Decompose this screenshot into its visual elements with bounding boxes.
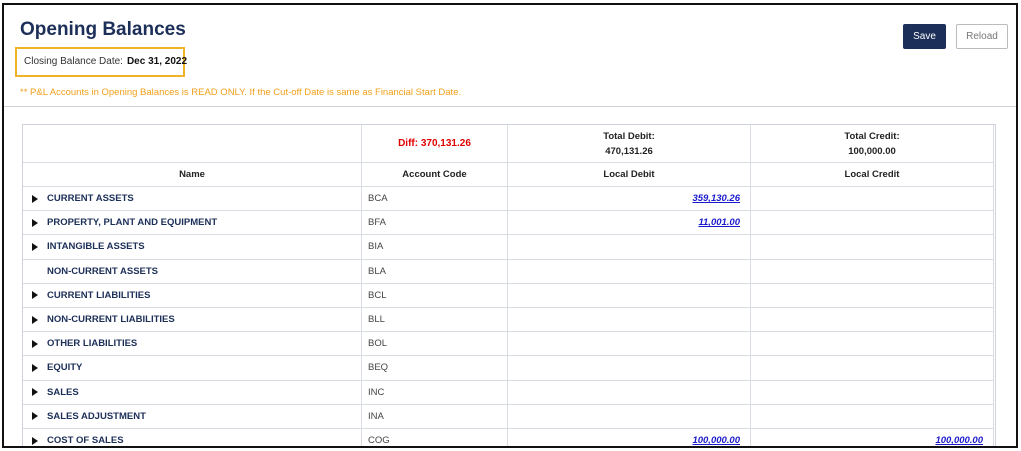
reload-button[interactable]: Reload — [956, 24, 1008, 49]
expand-arrow-icon[interactable] — [32, 436, 38, 445]
diff-value: Diff: 370,131.26 — [362, 125, 508, 163]
account-name: CURRENT LIABILITIES — [47, 289, 151, 301]
account-name: COST OF SALES — [47, 435, 124, 447]
column-header-credit[interactable]: Local Credit — [751, 163, 994, 187]
expand-arrow-icon[interactable] — [32, 412, 38, 421]
total-debit: Total Debit: 470,131.26 — [508, 125, 751, 163]
column-header-debit[interactable]: Local Debit — [508, 163, 751, 187]
local-credit-cell[interactable] — [751, 235, 994, 260]
total-debit-label: Total Debit: — [603, 130, 655, 142]
local-credit-cell[interactable] — [751, 332, 994, 357]
account-name: SALES ADJUSTMENT — [47, 410, 146, 422]
account-code-cell: BLL — [362, 308, 508, 333]
table-row-name-cell[interactable]: PROPERTY, PLANT AND EQUIPMENT — [23, 211, 362, 236]
local-debit-cell[interactable] — [508, 356, 751, 381]
local-debit-cell[interactable] — [508, 235, 751, 260]
account-code-cell: BLA — [362, 259, 508, 284]
local-debit-cell[interactable] — [508, 259, 751, 284]
expand-arrow-icon[interactable] — [32, 194, 38, 203]
table-row-name-cell[interactable]: CURRENT ASSETS — [23, 187, 362, 212]
local-credit-cell[interactable] — [751, 308, 994, 333]
save-button[interactable]: Save — [903, 24, 946, 49]
table-row-name-cell[interactable]: OTHER LIABILITIES — [23, 332, 362, 357]
summary-empty-cell — [23, 125, 362, 163]
local-credit-cell[interactable] — [751, 259, 994, 284]
table-row-name-cell[interactable]: SALES — [23, 380, 362, 405]
account-name: INTANGIBLE ASSETS — [47, 241, 145, 253]
account-code-cell: BOL — [362, 332, 508, 357]
table-row-name-cell[interactable]: EQUITY — [23, 356, 362, 381]
expand-arrow-icon[interactable] — [32, 339, 38, 348]
column-header-code[interactable]: Account Code — [362, 163, 508, 187]
table-row-name-cell[interactable]: NON-CURRENT ASSETS — [23, 259, 362, 284]
total-credit-label: Total Credit: — [844, 130, 900, 142]
account-code-cell: BEQ — [362, 356, 508, 381]
local-debit-link[interactable]: 100,000.00 — [692, 435, 740, 446]
expand-arrow-icon[interactable] — [32, 291, 38, 300]
app-window: Opening Balances Closing Balance Date: De… — [2, 3, 1018, 448]
header-divider — [4, 106, 1016, 107]
account-code-cell: BCL — [362, 283, 508, 308]
local-debit-cell[interactable] — [508, 404, 751, 429]
local-debit-cell[interactable] — [508, 332, 751, 357]
closing-date-value: Dec 31, 2022 — [126, 56, 188, 67]
closing-balance-date: Closing Balance Date: Dec 31, 2022 — [15, 47, 188, 77]
local-debit-cell[interactable]: 11,001.00 — [508, 211, 751, 236]
expand-arrow-icon[interactable] — [32, 315, 38, 324]
account-code-cell: COG — [362, 429, 508, 446]
closing-date-label: Closing Balance Date: — [24, 56, 123, 67]
account-code-cell: BIA — [362, 235, 508, 260]
account-name: OTHER LIABILITIES — [47, 338, 138, 350]
local-credit-cell[interactable] — [751, 211, 994, 236]
table-row-name-cell[interactable]: INTANGIBLE ASSETS — [23, 235, 362, 260]
total-debit-value: 470,131.26 — [605, 145, 653, 157]
table-row-name-cell[interactable]: CURRENT LIABILITIES — [23, 283, 362, 308]
local-debit-cell[interactable] — [508, 380, 751, 405]
local-debit-cell[interactable]: 359,130.26 — [508, 187, 751, 212]
account-name: NON-CURRENT LIABILITIES — [47, 314, 175, 326]
account-name: NON-CURRENT ASSETS — [47, 265, 159, 277]
account-code-cell: BFA — [362, 211, 508, 236]
expand-arrow-icon[interactable] — [32, 218, 38, 227]
read-only-note: ** P&L Accounts in Opening Balances is R… — [20, 87, 462, 98]
total-credit-value: 100,000.00 — [848, 145, 896, 157]
expand-arrow-icon[interactable] — [32, 363, 38, 372]
local-credit-link[interactable]: 100,000.00 — [935, 435, 983, 446]
account-code-cell: INA — [362, 404, 508, 429]
total-credit: Total Credit: 100,000.00 — [751, 125, 994, 163]
column-header-name[interactable]: Name — [23, 163, 362, 187]
local-debit-cell[interactable] — [508, 283, 751, 308]
local-debit-link[interactable]: 359,130.26 — [692, 193, 740, 204]
local-debit-cell[interactable] — [508, 308, 751, 333]
account-code-cell: INC — [362, 380, 508, 405]
expand-arrow-icon[interactable] — [32, 242, 38, 251]
table-row-name-cell[interactable]: NON-CURRENT LIABILITIES — [23, 308, 362, 333]
local-credit-cell[interactable]: 100,000.00 — [751, 429, 994, 446]
page-title: Opening Balances — [20, 19, 186, 40]
local-debit-cell[interactable]: 100,000.00 — [508, 429, 751, 446]
table-row-name-cell[interactable]: SALES ADJUSTMENT — [23, 404, 362, 429]
account-name: PROPERTY, PLANT AND EQUIPMENT — [47, 217, 218, 229]
balances-grid: Diff: 370,131.26 Total Debit: 470,131.26… — [22, 124, 996, 447]
table-row-name-cell[interactable]: COST OF SALES — [23, 429, 362, 447]
account-name: EQUITY — [47, 362, 83, 374]
local-debit-link[interactable]: 11,001.00 — [698, 217, 740, 228]
expand-arrow-icon[interactable] — [32, 388, 38, 397]
local-credit-cell[interactable] — [751, 283, 994, 308]
local-credit-cell[interactable] — [751, 356, 994, 381]
account-name: SALES — [47, 386, 79, 398]
local-credit-cell[interactable] — [751, 404, 994, 429]
account-code-cell: BCA — [362, 187, 508, 212]
local-credit-cell[interactable] — [751, 380, 994, 405]
account-name: CURRENT ASSETS — [47, 193, 134, 205]
local-credit-cell[interactable] — [751, 187, 994, 212]
